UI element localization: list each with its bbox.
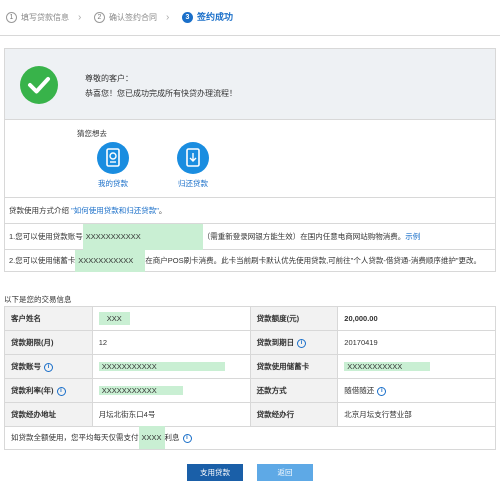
back-button[interactable]: 返回 (257, 464, 313, 481)
table-row: 贷款利率(年) i XXXXXXXXXXX 还款方式 随借随还 i (4, 378, 496, 403)
step-arrow-icon: › (78, 12, 82, 23)
interest-rate-label: 贷款利率(年) (11, 386, 54, 395)
usage-line-1-prefix: 1.您可以使用贷款账号 (9, 232, 83, 241)
usage-intro-suffix: 。 (158, 206, 167, 215)
loan-account-label: 贷款账号 (11, 362, 41, 371)
loan-due-date-label: 贷款到期日 (256, 338, 295, 347)
transaction-title: 以下是您的交易信息 (4, 295, 72, 304)
step-2-label: 确认签约合同 (109, 13, 157, 22)
step-1-number: 1 (6, 12, 17, 24)
example-link[interactable]: 示例 (405, 232, 420, 241)
step-2-number: 2 (94, 12, 105, 24)
usage-guide-link[interactable]: "如何使用贷款和归还贷款" (71, 206, 159, 215)
branch-value: 北京月坛支行营业部 (337, 402, 496, 427)
loan-term-value: 12 (91, 330, 251, 355)
loan-limit-value: 20,000.00 (337, 306, 496, 331)
daily-interest-suffix: 利息 (164, 433, 180, 442)
daily-interest-prefix: 如贷款全额使用，您平均每天仅需支付 (11, 433, 139, 442)
customer-name-label: 客户姓名 (4, 306, 93, 331)
step-1: 1 填写贷款信息 (6, 11, 69, 24)
loan-due-date-value: 20170419 (337, 330, 496, 355)
usage-intro-row: 贷款使用方式介绍 "如何使用贷款和归还贷款"。 (4, 198, 496, 224)
usage-line-2-prefix: 2.您可以使用储蓄卡 (9, 256, 76, 265)
info-icon[interactable]: i (377, 386, 387, 396)
step-3-label: 签约成功 (197, 12, 234, 22)
transaction-table: 客户姓名 XXX 贷款额度(元) 20,000.00 贷款期限(月) 12 贷款… (4, 306, 496, 427)
success-message: 恭喜您！您已成功完成所有快贷办理流程！ (85, 89, 237, 98)
quick-links-panel: 猜您想去 我的贷款 归还贷款 (4, 120, 496, 198)
info-icon[interactable]: i (44, 362, 53, 372)
step-arrow-icon: › (166, 12, 170, 23)
debit-card-value: XXXXXXXXXXX (344, 362, 431, 371)
greeting-text: 尊敬的客户： (85, 74, 133, 83)
use-loan-button[interactable]: 支用贷款 (187, 464, 243, 481)
loan-term-label: 贷款期限(月) (4, 330, 93, 355)
repayment-method-value: 随借随还 (344, 386, 375, 395)
branch-address-label: 贷款经办地址 (4, 402, 93, 427)
repay-loan-link[interactable]: 归还贷款 (163, 178, 223, 189)
daily-interest-row: 如贷款全额使用，您平均每天仅需支付 XXXX 利息 i (4, 426, 496, 450)
customer-name-value: XXX (98, 312, 130, 325)
info-icon[interactable]: i (182, 433, 192, 443)
repay-loan-icon[interactable] (177, 142, 209, 174)
debit-card-masked: XXXXXXXXXXX (75, 250, 146, 272)
step-3: 3 签约成功 (182, 11, 233, 24)
loan-limit-label: 贷款额度(元) (249, 306, 339, 331)
table-row: 贷款经办地址 月坛北街东口4号 贷款经办行 北京月坛支行营业部 (4, 402, 496, 427)
usage-line-2: 2.您可以使用储蓄卡 XXXXXXXXXXX 在商户POS刷卡消费。此卡当前刷卡默认… (4, 250, 496, 272)
table-row: 贷款期限(月) 12 贷款到期日 i 20170419 (4, 330, 496, 355)
table-row: 客户姓名 XXX 贷款额度(元) 20,000.00 (4, 306, 496, 331)
loan-account-value: XXXXXXXXXXX (98, 362, 225, 371)
success-check-icon (20, 66, 58, 104)
my-loan-icon[interactable] (97, 142, 129, 174)
daily-interest-masked: XXXX (138, 426, 165, 449)
quick-links-title: 猜您想去 (77, 129, 107, 138)
step-1-label: 填写贷款信息 (21, 13, 69, 22)
info-icon[interactable]: i (297, 338, 307, 348)
my-loan-link[interactable]: 我的贷款 (83, 178, 143, 189)
success-panel: 尊敬的客户： 恭喜您！您已成功完成所有快贷办理流程！ (4, 48, 496, 120)
interest-rate-value: XXXXXXXXXXX (98, 386, 183, 395)
repayment-method-label: 还款方式 (249, 378, 339, 403)
loan-account-masked: XXXXXXXXXXX (82, 224, 203, 250)
usage-line-2-suffix: 在商户POS刷卡消费。此卡当前刷卡默认优先使用贷款,可前往"个人贷款-借贷通-消… (145, 256, 482, 265)
branch-address-value: 月坛北街东口4号 (91, 402, 251, 427)
info-icon[interactable]: i (56, 386, 66, 396)
step-2: 2 确认签约合同 (94, 11, 157, 24)
usage-intro-text: 贷款使用方式介绍 (9, 206, 69, 215)
progress-steps: 1 填写贷款信息 › 2 确认签约合同 › 3 签约成功 (0, 0, 500, 36)
usage-line-1-middle: （需重新登录网银方能生效）在国内任意电商网站购物消费。 (202, 232, 406, 241)
branch-label: 贷款经办行 (249, 402, 339, 427)
debit-card-label: 贷款使用储蓄卡 (249, 354, 339, 379)
step-3-number: 3 (182, 12, 193, 24)
usage-line-1: 1.您可以使用贷款账号 XXXXXXXXXXX （需重新登录网银方能生效）在国内任意… (4, 224, 496, 250)
table-row: 贷款账号 i XXXXXXXXXXX 贷款使用储蓄卡 XXXXXXXXXXX (4, 354, 496, 379)
